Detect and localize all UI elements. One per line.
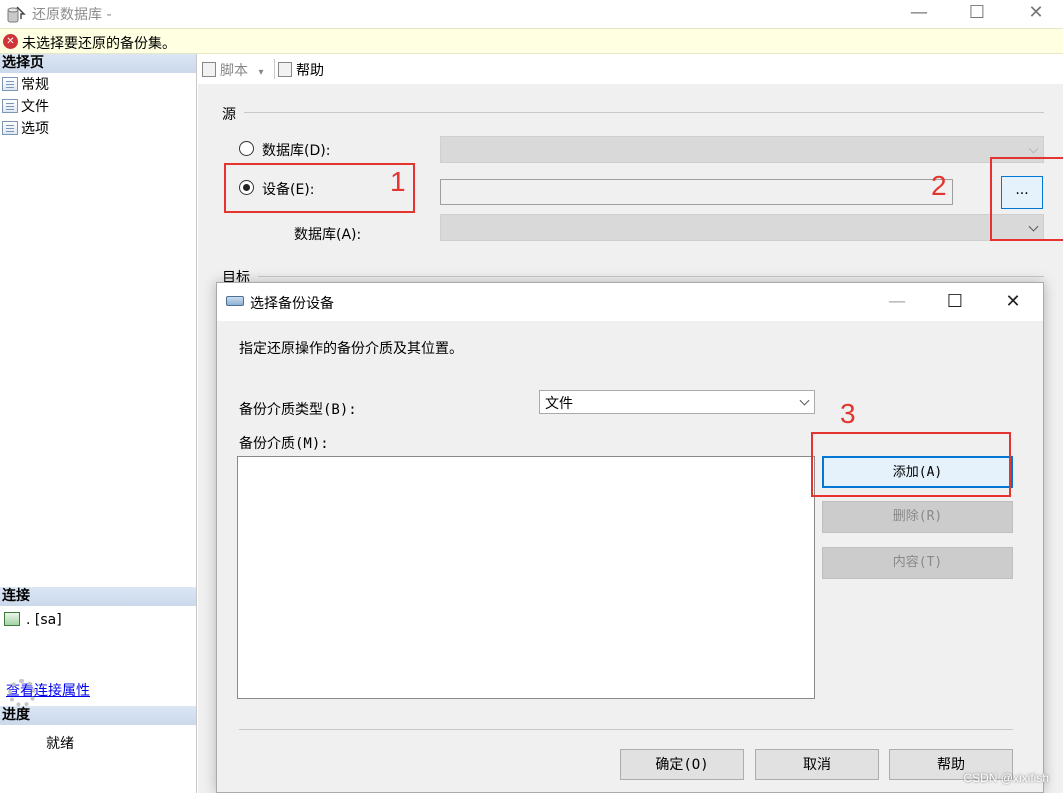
progress-header: 进度 [0,706,196,725]
database-label: 数据库(A): [294,227,362,243]
chevron-down-icon [799,395,810,406]
dialog-title: 选择备份设备 [250,296,334,312]
toolbar-separator [274,59,275,79]
close-button[interactable]: ✕ [1013,0,1059,28]
error-bar: ✕ 未选择要还原的备份集。 [0,28,1063,54]
script-button[interactable]: 脚本 ▾ [202,60,263,80]
select-backup-device-dialog: 选择备份设备 — ☐ ✕ 指定还原操作的备份介质及其位置。 备份介质类型(B):… [216,282,1044,793]
source-section-label: 源 [222,107,236,123]
dialog-maximize-button[interactable]: ☐ [935,288,975,316]
progress-spinner-icon [8,679,36,707]
maximize-button[interactable]: ☐ [954,0,1000,28]
connection-header: 连接 [0,587,196,606]
source-database-dropdown [440,136,1044,163]
minimize-button[interactable]: — [896,0,942,28]
script-icon [202,62,216,77]
media-type-select[interactable]: 文件 [539,390,815,414]
media-type-value: 文件 [545,396,573,412]
database-dropdown[interactable] [440,214,1044,241]
device-path-field[interactable] [440,179,953,205]
database-radio-label: 数据库(D): [262,143,331,159]
left-pane: 选择页 常规 文件 选项 连接 . [sa] 查看连接属性 进度 就绪 [0,54,197,793]
page-general[interactable]: 常规 [2,75,49,95]
ok-button[interactable]: 确定(O) [620,749,744,780]
page-files[interactable]: 文件 [2,97,49,117]
restore-database-icon [6,4,26,24]
backup-media-label: 备份介质(M): [239,436,329,452]
script-label: 脚本 [220,63,248,79]
dialog-titlebar: 选择备份设备 — ☐ ✕ [217,283,1043,321]
annotation-box-3 [811,432,1011,497]
watermark: CSDN @xixifish [963,771,1049,785]
backup-media-list[interactable] [237,456,815,699]
server-connection-icon [4,612,20,626]
help-icon [278,62,292,77]
help-button[interactable]: 帮助 [278,60,324,80]
window-title: 还原数据库 - [32,7,112,23]
connection-label: . [sa] [26,612,62,628]
error-message: 未选择要还原的备份集。 [22,36,176,52]
progress-status: 就绪 [46,736,74,752]
dialog-description: 指定还原操作的备份介质及其位置。 [239,341,463,357]
cancel-button[interactable]: 取消 [755,749,879,780]
chevron-down-icon [1028,143,1039,154]
toolbar: 脚本 ▾ 帮助 [198,54,1063,84]
page-icon [2,121,18,135]
annotation-number-2: 2 [931,170,947,201]
window-titlebar: 还原数据库 - — ☐ ✕ [0,0,1063,28]
page-icon [2,99,18,113]
error-icon: ✕ [3,34,18,49]
help-label: 帮助 [296,63,324,79]
backup-device-icon [226,296,244,306]
page-icon [2,77,18,91]
remove-button: 删除(R) [822,501,1013,533]
media-type-label: 备份介质类型(B): [239,402,357,418]
page-files-label: 文件 [21,99,49,115]
target-divider [258,276,1044,277]
annotation-box-1 [224,163,415,213]
dialog-minimize-button: — [888,291,906,312]
connection-item: . [sa] [4,610,62,630]
script-dropdown-icon[interactable]: ▾ [258,67,263,78]
page-options-label: 选项 [21,121,49,137]
page-general-label: 常规 [21,77,49,93]
annotation-number-1: 1 [390,166,406,197]
page-options[interactable]: 选项 [2,119,49,139]
annotation-box-2 [990,157,1063,241]
dialog-close-button[interactable]: ✕ [993,288,1033,316]
database-radio[interactable] [239,141,254,156]
annotation-number-3: 3 [840,398,856,429]
dialog-divider [239,729,1013,730]
contents-button: 内容(T) [822,547,1013,579]
source-divider [244,112,1044,113]
select-page-header: 选择页 [0,54,196,73]
